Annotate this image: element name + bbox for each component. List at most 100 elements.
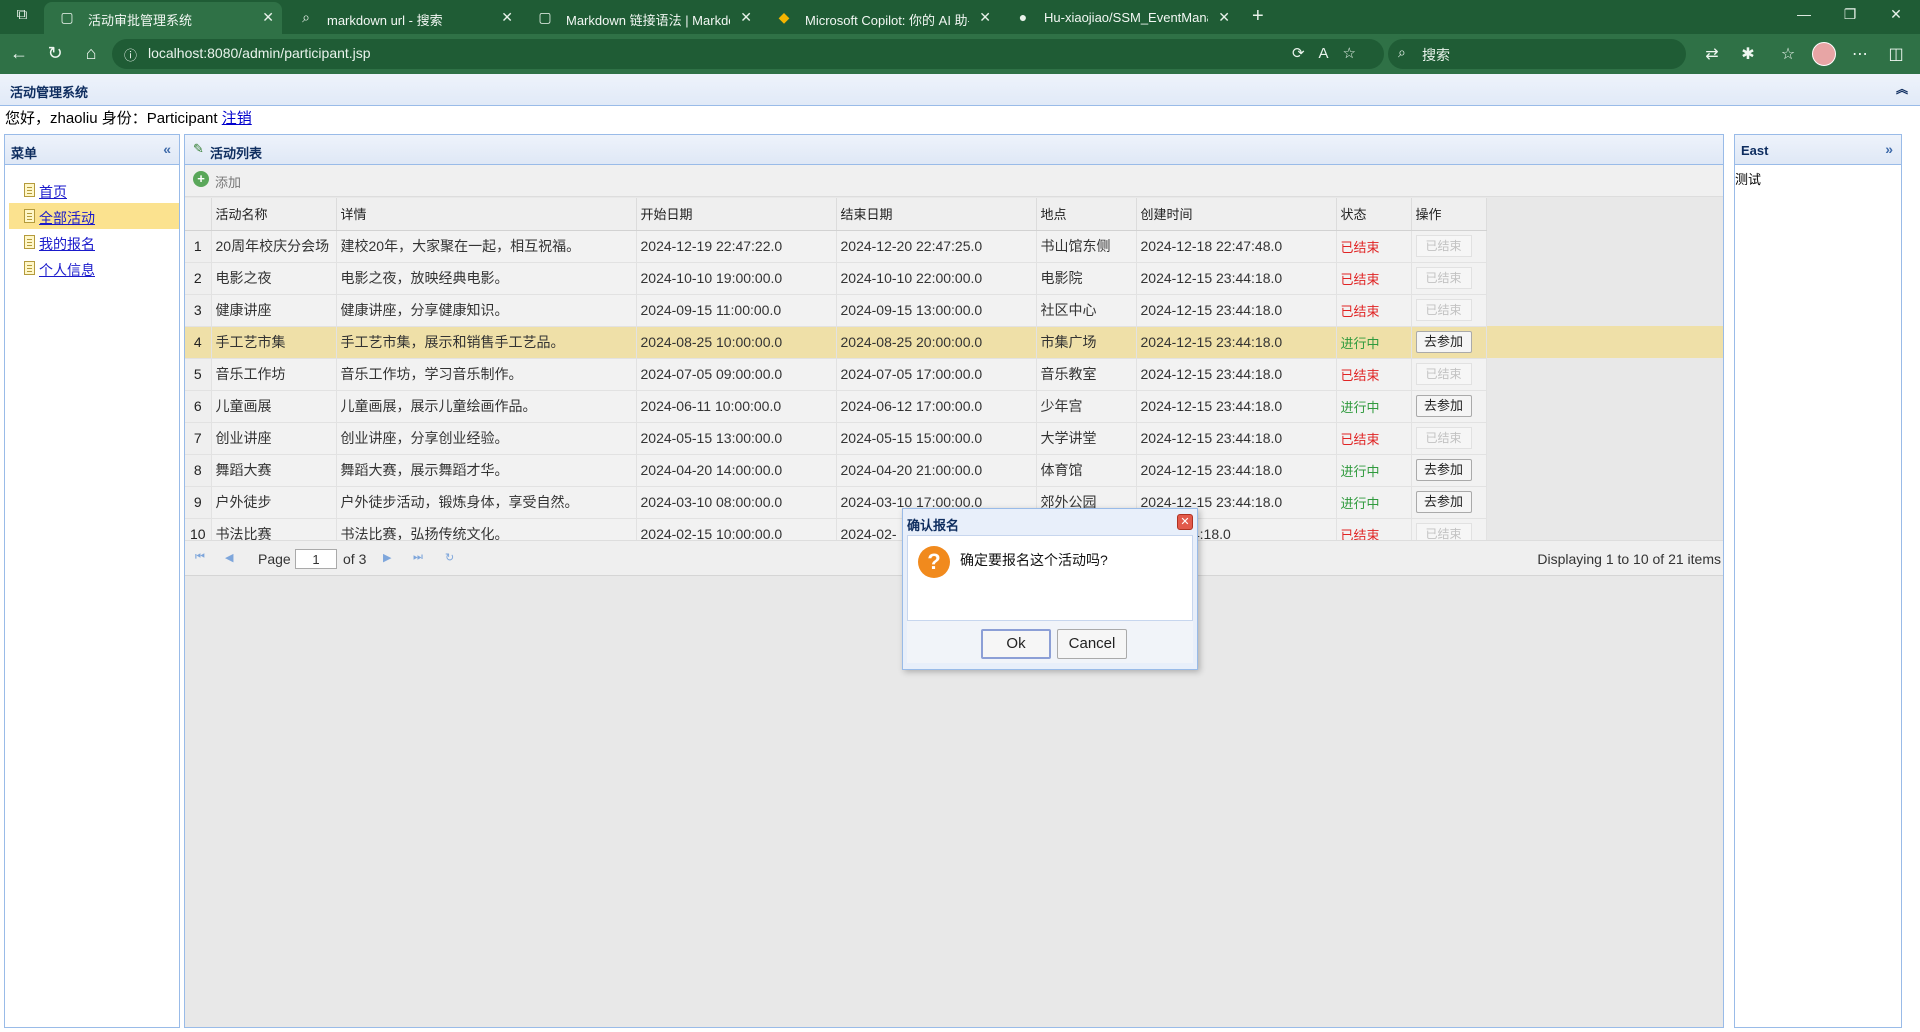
collapse-right-icon[interactable]: » <box>1885 141 1893 157</box>
cancel-button[interactable]: Cancel <box>1057 629 1127 659</box>
browser-tab-4[interactable]: ◆ Microsoft Copilot: 你的 AI 助手 ✕ <box>761 2 999 34</box>
add-button[interactable]: + 添加 <box>193 171 242 191</box>
close-icon[interactable]: ✕ <box>1218 9 1230 26</box>
table-row[interactable]: 2 电影之夜 电影之夜，放映经典电影。 2024-10-10 19:00:00.0 20… <box>185 262 1723 295</box>
collapse-up-icon[interactable]: ︽ <box>1896 80 1908 97</box>
browser-tab-5[interactable]: ● Hu-xiaojiao/SSM_EventManagem ✕ <box>1000 2 1238 34</box>
menu-item-home[interactable]: 首页 <box>9 177 179 203</box>
row-number: 6 <box>185 390 212 423</box>
cell-detail: 电影之夜，放映经典电影。 <box>336 262 637 295</box>
browser-tab-2[interactable]: ⌕ markdown url - 搜索 ✕ <box>283 2 521 34</box>
page-number-input[interactable]: 1 <box>295 549 337 569</box>
column-header[interactable]: 详情 <box>336 198 637 231</box>
cell-detail: 儿童画展，展示儿童绘画作品。 <box>336 390 637 423</box>
url-actions-icon[interactable]: ⟳A☆ <box>1292 44 1370 62</box>
refresh-icon[interactable]: ↻ <box>42 43 68 64</box>
cell-place: 社区中心 <box>1036 294 1137 327</box>
app-title: 活动管理系统 ︽ <box>0 74 1920 106</box>
page-icon: ▢ <box>538 9 552 25</box>
browser-tab-3[interactable]: ▢ Markdown 链接语法 | Markdown ✕ <box>522 2 760 34</box>
menu-item-profile[interactable]: 个人信息 <box>9 255 179 281</box>
activity-table: 活动名称 详情 开始日期 结束日期 地点 创建时间 状态 操作 1 20周年校庆分… <box>185 198 1723 551</box>
extensions-icon[interactable]: ✱ <box>1736 44 1760 64</box>
tab-title: Microsoft Copilot: 你的 AI 助手 <box>805 13 969 28</box>
column-header[interactable]: 操作 <box>1411 198 1487 231</box>
menu-list: 首页 全部活动 我的报名 个人信息 <box>5 165 179 281</box>
reload-icon[interactable]: ↻ <box>445 551 454 564</box>
cell-created: 2024-12-15 23:44:18.0 <box>1136 262 1337 295</box>
url-text: localhost:8080/admin/participant.jsp <box>148 45 371 61</box>
join-button[interactable]: 去参加 <box>1415 459 1472 481</box>
close-icon[interactable]: ✕ <box>262 9 274 26</box>
table-row[interactable]: 3 健康讲座 健康讲座，分享健康知识。 2024-09-15 11:00:00.0 20… <box>185 294 1723 327</box>
last-page-icon[interactable]: ⏭ <box>413 551 423 564</box>
table-row[interactable]: 1 20周年校庆分会场 建校20年，大家聚在一起，相互祝福。 2024-12-19 2… <box>185 230 1723 263</box>
column-header[interactable]: 地点 <box>1036 198 1137 231</box>
tab-actions-icon[interactable]: ⧉ <box>10 6 34 28</box>
close-icon[interactable]: ✕ <box>979 9 991 26</box>
cell-status: 进行中 <box>1336 454 1412 487</box>
table-row[interactable]: 6 儿童画展 儿童画展，展示儿童绘画作品。 2024-06-11 10:00:00.0… <box>185 390 1723 423</box>
cell-detail: 户外徒步活动，锻炼身体，享受自然。 <box>336 486 637 519</box>
table-row[interactable]: 8 舞蹈大赛 舞蹈大赛，展示舞蹈才华。 2024-04-20 14:00:00.0 20… <box>185 454 1723 487</box>
favorites-icon[interactable]: ☆ <box>1776 44 1800 64</box>
dialog-title-text: 确认报名 <box>907 518 960 533</box>
prev-page-icon[interactable]: ◀ <box>225 551 233 564</box>
restore-icon[interactable]: ❐ <box>1838 6 1862 23</box>
search-icon: ⌕ <box>302 9 310 25</box>
table-row[interactable]: 4 手工艺市集 手工艺市集，展示和销售手工艺品。 2024-08-25 10:00:0… <box>185 326 1723 359</box>
logout-link[interactable]: 注销 <box>222 110 252 127</box>
cell-status: 进行中 <box>1336 486 1412 519</box>
dialog-message: 确定要报名这个活动吗? <box>960 552 1108 568</box>
search-placeholder: 搜索 <box>1422 47 1450 63</box>
cell-end: 2024-12-20 22:47:25.0 <box>836 230 1037 263</box>
translate-icon[interactable]: ⇄ <box>1700 44 1724 64</box>
column-header[interactable]: 开始日期 <box>636 198 837 231</box>
avatar[interactable] <box>1812 42 1836 66</box>
back-icon[interactable]: ← <box>6 43 32 64</box>
close-icon[interactable]: ✕ <box>501 9 513 26</box>
column-header[interactable]: 状态 <box>1336 198 1412 231</box>
first-page-icon[interactable]: ⏮ <box>195 551 205 564</box>
close-icon[interactable]: ✕ <box>740 9 752 26</box>
sidebar-icon[interactable]: ◫ <box>1884 44 1908 64</box>
cell-detail: 手工艺市集，展示和销售手工艺品。 <box>336 326 637 359</box>
info-icon[interactable]: ⓘ <box>124 45 137 64</box>
join-button[interactable]: 去参加 <box>1415 395 1472 417</box>
join-button[interactable]: 去参加 <box>1415 491 1472 513</box>
grid-toolbar: + 添加 <box>185 165 1723 197</box>
next-page-icon[interactable]: ▶ <box>383 551 391 564</box>
browser-tab-1[interactable]: ▢ 活动审批管理系统 ✕ <box>44 2 282 34</box>
table-row[interactable]: 7 创业讲座 创业讲座，分享创业经验。 2024-05-15 13:00:00.0 20… <box>185 422 1723 455</box>
cell-end: 2024-05-15 15:00:00.0 <box>836 422 1037 455</box>
table-row[interactable]: 5 音乐工作坊 音乐工作坊，学习音乐制作。 2024-07-05 09:00:00.0… <box>185 358 1723 391</box>
cell-detail: 音乐工作坊，学习音乐制作。 <box>336 358 637 391</box>
column-header[interactable]: 结束日期 <box>836 198 1037 231</box>
window-close-icon[interactable]: ✕ <box>1884 6 1908 23</box>
collapse-left-icon[interactable]: « <box>163 141 171 157</box>
new-tab-icon[interactable]: + <box>1252 5 1264 28</box>
minimize-icon[interactable]: — <box>1792 6 1816 22</box>
header-filler <box>1486 198 1723 230</box>
row-filler <box>1486 230 1723 262</box>
menu-item-my-registrations[interactable]: 我的报名 <box>9 229 179 255</box>
column-header[interactable]: 创建时间 <box>1136 198 1337 231</box>
url-field[interactable]: ⓘ localhost:8080/admin/participant.jsp ⟳… <box>112 39 1384 69</box>
cell-name: 20周年校庆分会场 <box>211 230 337 263</box>
ok-button[interactable]: Ok <box>981 629 1051 659</box>
join-button[interactable]: 去参加 <box>1415 331 1472 353</box>
search-input[interactable]: ⌕ 搜索 <box>1388 39 1686 69</box>
center-panel-header: ✎ 活动列表 <box>185 135 1723 165</box>
more-icon[interactable]: ⋯ <box>1848 44 1872 64</box>
status-badge: 已结束 <box>1340 367 1380 383</box>
column-header[interactable]: 活动名称 <box>211 198 337 231</box>
cell-name: 创业讲座 <box>211 422 337 455</box>
cell-status: 已结束 <box>1336 294 1412 327</box>
menu-item-all-activities[interactable]: 全部活动 <box>9 203 179 229</box>
cell-place: 音乐教室 <box>1036 358 1137 391</box>
add-button-label: 添加 <box>215 175 242 190</box>
close-icon[interactable]: ✕ <box>1177 514 1193 530</box>
home-icon[interactable]: ⌂ <box>78 43 104 64</box>
cell-place: 电影院 <box>1036 262 1137 295</box>
page-count-label: of 3 <box>343 551 367 567</box>
